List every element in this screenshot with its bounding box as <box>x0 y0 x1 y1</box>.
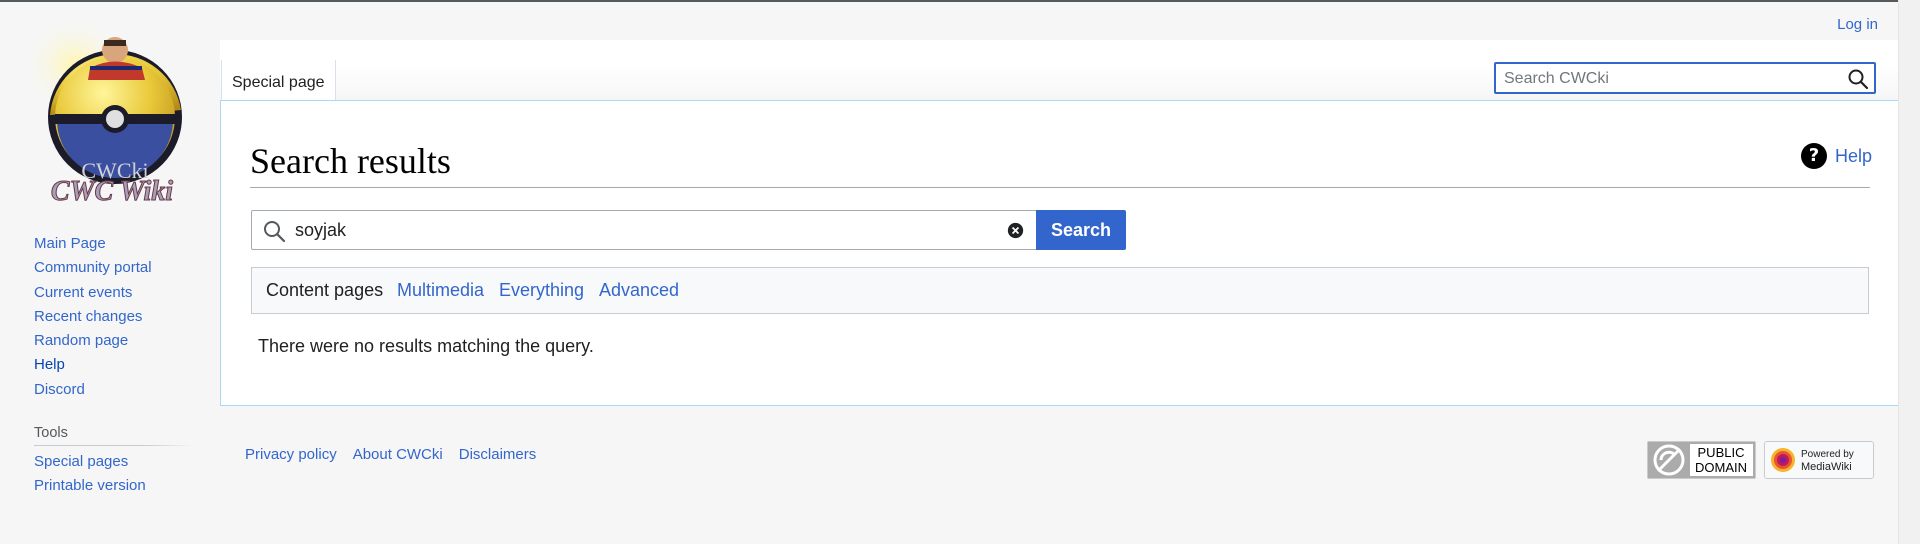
search-button[interactable]: Search <box>1036 210 1126 250</box>
help-icon: ? <box>1801 143 1827 169</box>
footer-links: Privacy policy About CWCki Disclaimers <box>245 446 536 463</box>
search-input[interactable] <box>295 219 995 241</box>
header-search-box <box>1494 62 1876 94</box>
sidebar-item-discord[interactable]: Discord <box>34 381 85 398</box>
tab-label: Special page <box>232 74 325 91</box>
powered-by-mediawiki-badge[interactable]: Powered by MediaWiki <box>1764 441 1874 479</box>
sidebar-item-random-page[interactable]: Random page <box>34 332 128 349</box>
help-link[interactable]: ? Help <box>1801 143 1872 169</box>
profile-content-pages[interactable]: Content pages <box>266 280 383 301</box>
title-divider <box>250 187 1870 188</box>
footer-disclaimers[interactable]: Disclaimers <box>459 446 537 463</box>
search-profile-tabs: Content pages Multimedia Everything Adva… <box>251 267 1869 314</box>
no-results-message: There were no results matching the query… <box>258 336 594 356</box>
login-link[interactable]: Log in <box>1837 16 1878 33</box>
sidebar-item-recent-changes[interactable]: Recent changes <box>34 308 142 325</box>
footer-about[interactable]: About CWCki <box>353 446 443 463</box>
sidebar-item-current-events[interactable]: Current events <box>34 284 132 301</box>
site-logo[interactable]: CWCki CWC Wiki <box>20 10 200 210</box>
sidebar-item-printable-version[interactable]: Printable version <box>34 477 146 494</box>
page-title: Search results <box>250 141 451 181</box>
sidebar-item-community-portal[interactable]: Community portal <box>34 259 152 276</box>
profile-multimedia[interactable]: Multimedia <box>397 280 484 301</box>
sidebar-item-help[interactable]: Help <box>34 356 65 373</box>
search-icon <box>1848 69 1869 90</box>
sidebar-tools-heading: Tools <box>34 425 68 441</box>
footer-privacy-policy[interactable]: Privacy policy <box>245 446 337 463</box>
logo-text-bottom: CWC Wiki <box>51 176 173 207</box>
profile-advanced[interactable]: Advanced <box>599 280 679 301</box>
mw-line1: Powered by <box>1801 449 1854 460</box>
tab-special-page[interactable]: Special page <box>221 60 336 101</box>
header-search-button[interactable] <box>1846 67 1870 91</box>
header-search-input[interactable] <box>1502 65 1836 93</box>
sidebar-tools: Special pages Printable version <box>34 450 146 499</box>
mediawiki-icon: Powered by MediaWiki <box>1771 448 1854 473</box>
sidebar-item-special-pages[interactable]: Special pages <box>34 453 128 470</box>
clear-icon[interactable] <box>1007 222 1024 239</box>
help-label: Help <box>1835 145 1873 166</box>
public-domain-badge[interactable]: PUBLIC DOMAIN <box>1647 441 1756 479</box>
window-top-border <box>0 0 1920 2</box>
sidebar-tools-divider <box>34 445 194 446</box>
mw-line2: MediaWiki <box>1801 461 1852 473</box>
sidebar-item-main-page[interactable]: Main Page <box>34 235 106 252</box>
cwcki-logo-image: CWCki CWC Wiki <box>20 15 182 208</box>
window-scrollbar[interactable] <box>1898 0 1920 544</box>
content-area <box>220 100 1900 406</box>
public-domain-icon: PUBLIC DOMAIN <box>1648 442 1755 478</box>
search-icon <box>264 221 286 243</box>
sidebar-navigation: Main Page Community portal Current event… <box>34 232 152 402</box>
pd-line1: PUBLIC <box>1698 445 1745 460</box>
pd-line2: DOMAIN <box>1695 460 1747 475</box>
search-field <box>251 210 1037 250</box>
profile-everything[interactable]: Everything <box>499 280 584 301</box>
